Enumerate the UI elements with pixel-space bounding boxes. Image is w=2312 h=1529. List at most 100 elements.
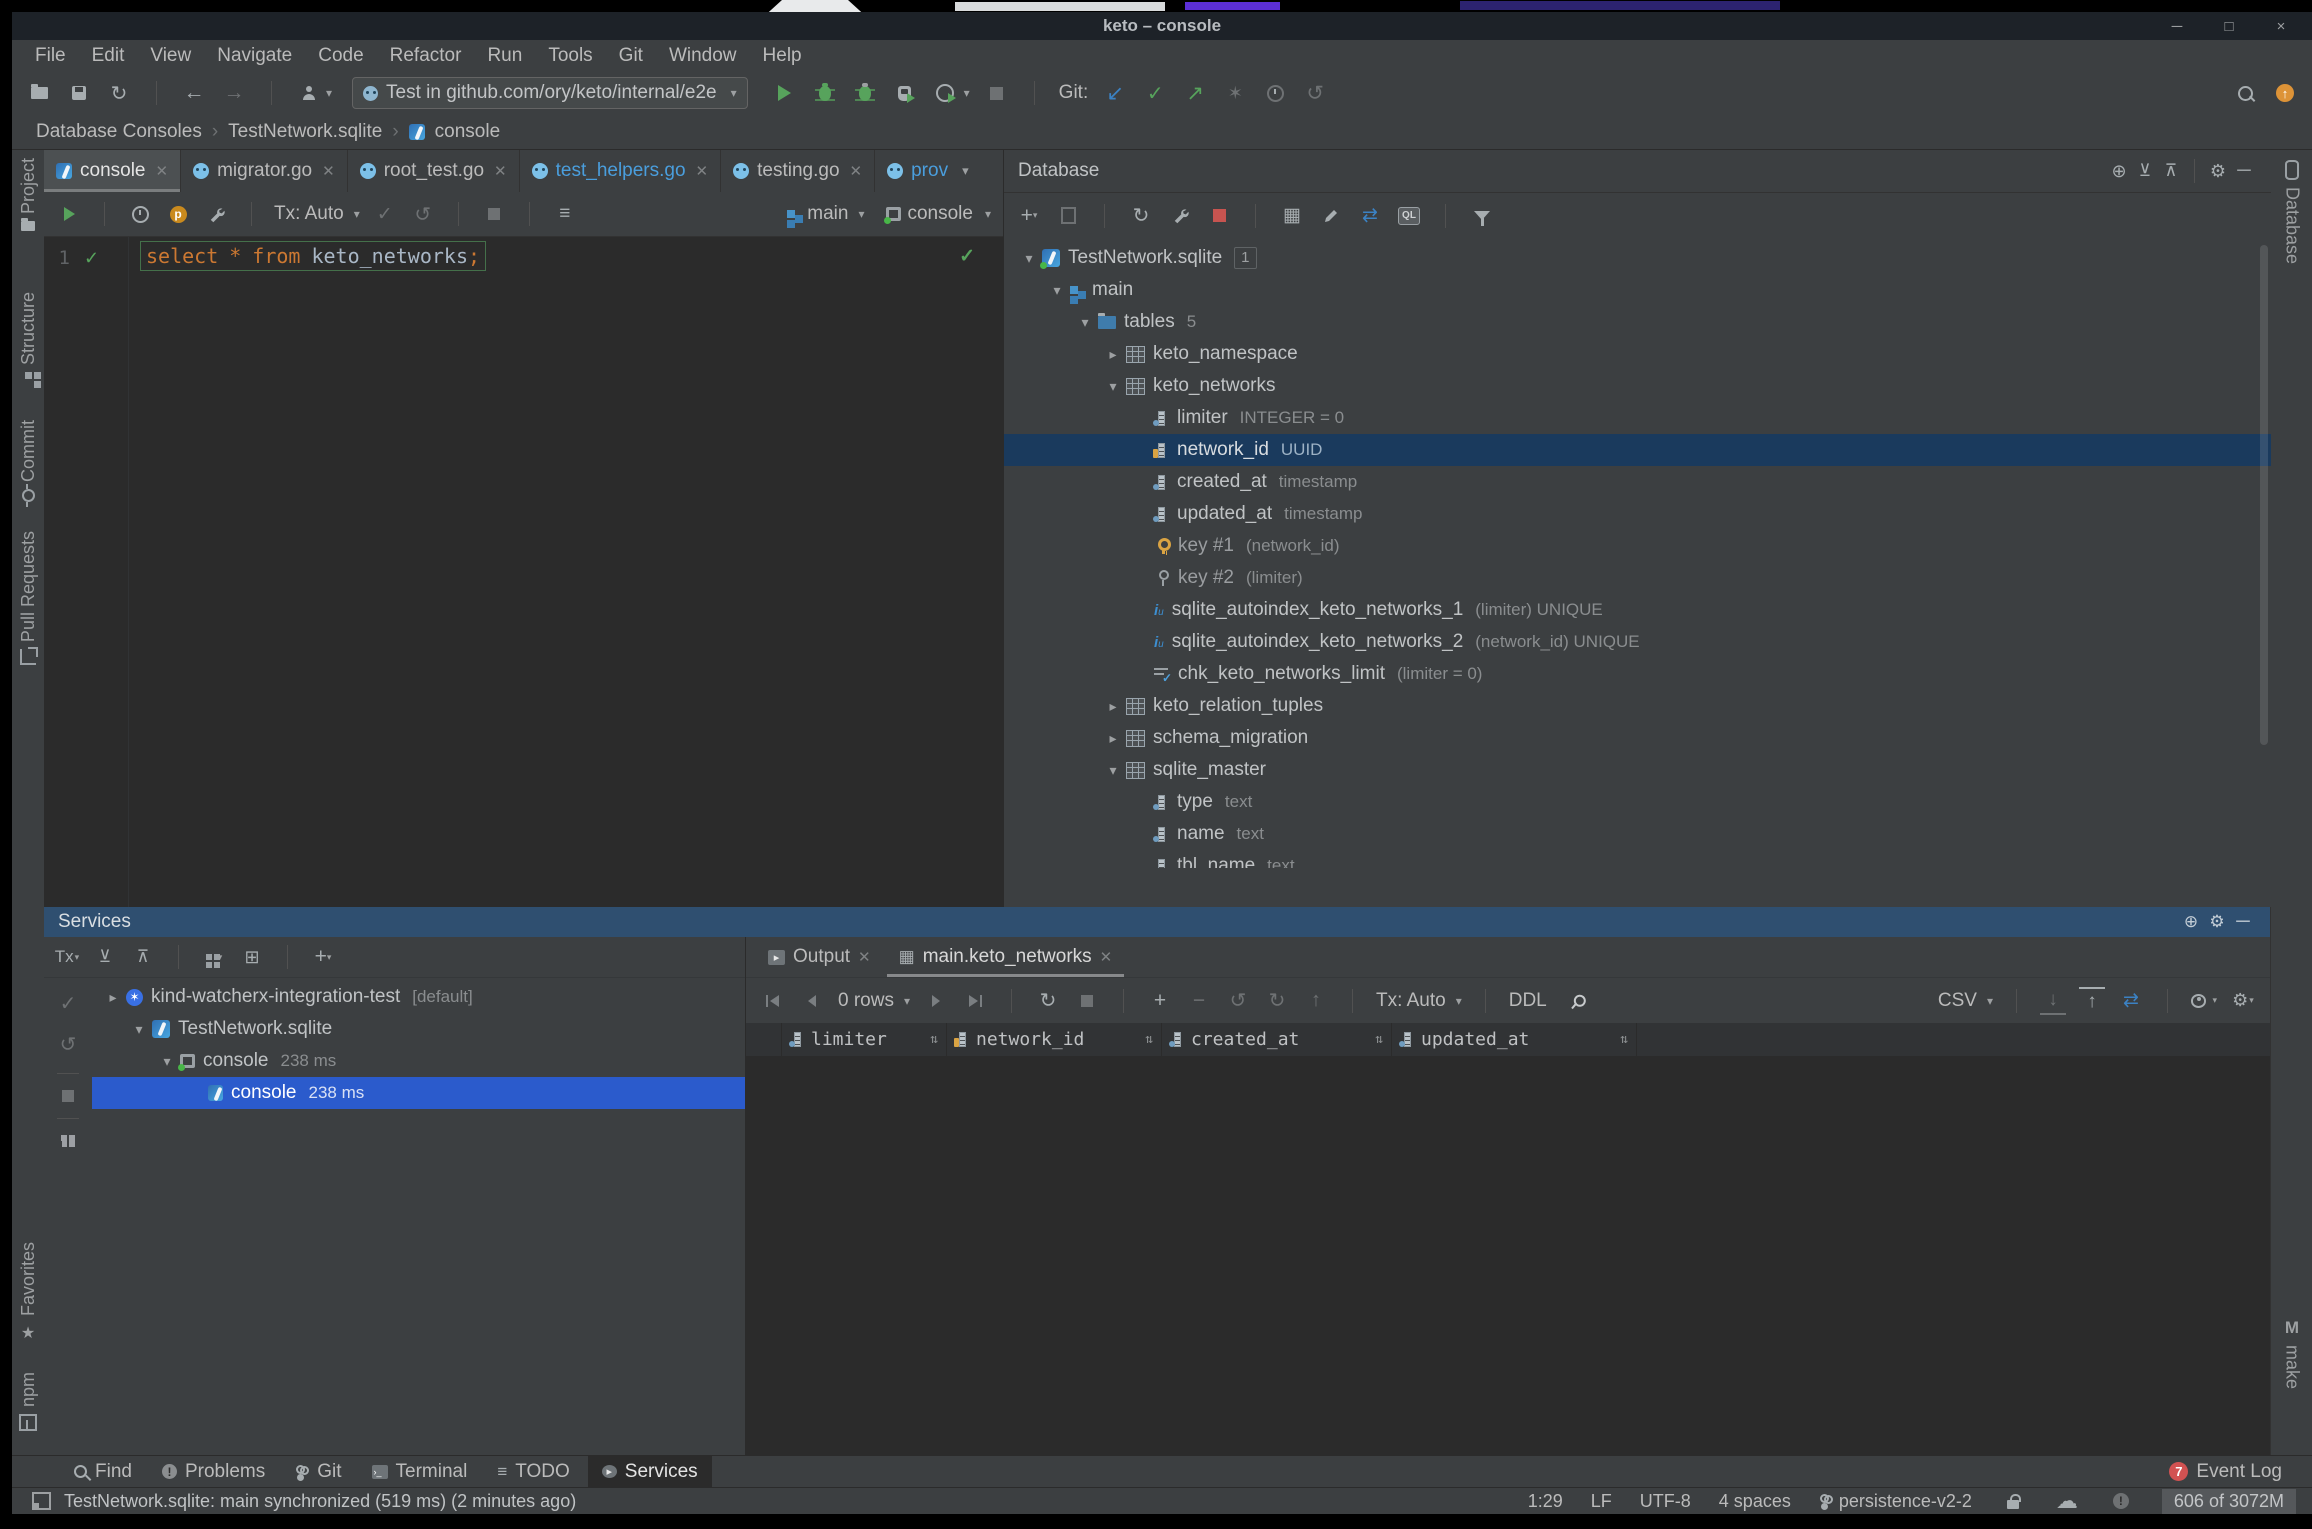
tab-console[interactable]: console ✕: [44, 150, 182, 192]
tree-row-key[interactable]: key #1 (network_id): [1004, 530, 2271, 562]
readonly-lock-icon[interactable]: [2000, 1488, 2026, 1514]
forward-icon[interactable]: →: [221, 80, 247, 106]
gear-icon[interactable]: ⚙: [2205, 158, 2231, 184]
tree-row-table[interactable]: ▸ schema_migration: [1004, 722, 2271, 754]
service-row-session[interactable]: ▾ console 238 ms: [92, 1045, 745, 1077]
user-icon[interactable]: [296, 80, 322, 106]
breadcrumb-item-datasource[interactable]: TestNetwork.sqlite: [228, 121, 382, 143]
duplicate-icon[interactable]: [1055, 203, 1081, 229]
filter-icon[interactable]: [1469, 203, 1495, 229]
menu-file[interactable]: File: [22, 45, 79, 67]
close-icon[interactable]: ✕: [850, 162, 863, 180]
history-icon[interactable]: [127, 201, 153, 227]
caret-position[interactable]: 1:29: [1528, 1491, 1563, 1512]
schema-select[interactable]: main ▾: [787, 203, 864, 225]
editor-area[interactable]: 1 ✓ select * from keto_networks; ✓: [44, 237, 1003, 907]
redo-icon[interactable]: ↻: [1264, 988, 1290, 1014]
stop-icon[interactable]: [984, 80, 1010, 106]
jump-to-data-icon[interactable]: ▦: [1279, 203, 1305, 229]
last-page-icon[interactable]: [962, 988, 988, 1014]
expander-open-icon[interactable]: ▾: [126, 1021, 152, 1038]
pin-icon[interactable]: [1564, 988, 1590, 1014]
locate-icon[interactable]: ⊕: [2106, 158, 2132, 184]
add-service-icon[interactable]: + ▾: [310, 944, 336, 970]
sidebar-item-pull-requests[interactable]: Pull Requests: [12, 531, 44, 666]
indent-style[interactable]: 4 spaces: [1719, 1491, 1791, 1512]
reload-icon[interactable]: ↻: [1035, 988, 1061, 1014]
database-scrollbar[interactable]: [2260, 245, 2268, 745]
tree-row-check-constraint[interactable]: chk_keto_networks_limit (limiter = 0): [1004, 658, 2271, 690]
tx-mode-select[interactable]: Tx: Auto ▾: [274, 203, 360, 225]
expander-closed-icon[interactable]: ▸: [100, 989, 126, 1006]
submit-icon[interactable]: ↑: [1303, 988, 1329, 1014]
hide-panel-icon[interactable]: ─: [2231, 158, 2257, 184]
execute-icon[interactable]: [56, 201, 82, 227]
coverage-icon[interactable]: [852, 80, 878, 106]
tree-row-column[interactable]: tbl_name text: [1004, 850, 2271, 868]
tree-row-column[interactable]: name text: [1004, 818, 2271, 850]
disconnect-icon[interactable]: [1206, 203, 1232, 229]
file-encoding[interactable]: UTF-8: [1640, 1491, 1691, 1512]
tree-row-column[interactable]: created_at timestamp: [1004, 466, 2271, 498]
toolwindow-git[interactable]: Git: [283, 1456, 353, 1487]
menu-edit[interactable]: Edit: [79, 45, 138, 67]
tree-row-column[interactable]: limiter INTEGER = 0: [1004, 402, 2271, 434]
tx-mode-icon[interactable]: Tx ▾: [54, 944, 80, 970]
stop-icon[interactable]: [1074, 988, 1100, 1014]
sort-icon[interactable]: ⇅: [930, 1032, 938, 1047]
notifications-icon[interactable]: !: [2108, 1488, 2134, 1514]
stop-icon[interactable]: [62, 1090, 74, 1102]
sidebar-item-favorites[interactable]: Favorites ★: [12, 1242, 44, 1343]
output-options-icon[interactable]: ≡: [552, 201, 578, 227]
tree-row-schema[interactable]: ▾ main: [1004, 274, 2271, 306]
chevron-down-icon[interactable]: ▾: [964, 86, 970, 100]
back-icon[interactable]: ←: [181, 80, 207, 106]
tree-row-table[interactable]: ▾ sqlite_master: [1004, 754, 2271, 786]
previous-page-icon[interactable]: [799, 988, 825, 1014]
layout-icon[interactable]: [61, 1135, 75, 1147]
tab-output[interactable]: ▸ Output ✕: [756, 937, 883, 977]
tree-row-table[interactable]: ▾ keto_networks: [1004, 370, 2271, 402]
collapse-all-icon[interactable]: ⊼: [130, 944, 156, 970]
save-icon[interactable]: [66, 80, 92, 106]
close-icon[interactable]: ✕: [858, 937, 871, 977]
row-count-select[interactable]: 0 rows ▾: [838, 990, 910, 1012]
gear-icon[interactable]: ⚙: [2204, 909, 2230, 935]
tree-row-column[interactable]: type text: [1004, 786, 2271, 818]
sidebar-item-project[interactable]: Project: [12, 158, 44, 232]
datasource-properties-icon[interactable]: [1167, 203, 1193, 229]
group-by-icon[interactable]: ▾: [201, 944, 227, 970]
tree-row-column-selected[interactable]: network_id UUID: [1004, 434, 2271, 466]
breadcrumb-item-console[interactable]: console: [435, 121, 501, 143]
sort-icon[interactable]: ⇅: [1145, 1032, 1153, 1047]
expander-open-icon[interactable]: ▾: [1044, 282, 1070, 299]
menu-code[interactable]: Code: [305, 45, 376, 67]
tree-row-datasource[interactable]: ▾ TestNetwork.sqlite 1: [1004, 242, 2271, 274]
event-log-button[interactable]: 7 Event Log: [2169, 1461, 2298, 1483]
collapse-all-icon[interactable]: ⊼: [2158, 158, 2184, 184]
menu-git[interactable]: Git: [606, 45, 656, 67]
git-rollback-icon[interactable]: ↺: [1302, 80, 1328, 106]
git-push-icon[interactable]: ↗: [1182, 80, 1208, 106]
view-options-icon[interactable]: ▾: [2191, 988, 2217, 1014]
open-console-icon[interactable]: QL: [1396, 203, 1422, 229]
tree-row-index[interactable]: iu sqlite_autoindex_keto_networks_2 (net…: [1004, 626, 2271, 658]
tab-root-test-go[interactable]: root_test.go ✕: [348, 150, 520, 192]
column-header-updated-at[interactable]: updated_at ⇅: [1392, 1023, 1637, 1056]
locate-icon[interactable]: ⊕: [2178, 909, 2204, 935]
wrench-icon[interactable]: [203, 201, 229, 227]
close-icon[interactable]: ✕: [322, 162, 335, 180]
close-icon[interactable]: ✕: [1100, 937, 1113, 977]
git-history-icon[interactable]: [1262, 80, 1288, 106]
run-icon[interactable]: [772, 80, 798, 106]
service-row-datasource[interactable]: ▾ TestNetwork.sqlite: [92, 1013, 745, 1045]
compare-icon[interactable]: ⇄: [1357, 203, 1383, 229]
column-header-created-at[interactable]: created_at ⇅: [1162, 1023, 1392, 1056]
tx-mode-select[interactable]: Tx: Auto ▾: [1376, 990, 1462, 1012]
expander-open-icon[interactable]: ▾: [1100, 378, 1126, 395]
expander-open-icon[interactable]: ▾: [1100, 762, 1126, 779]
hide-panel-icon[interactable]: ─: [2230, 909, 2256, 935]
git-cherry-pick-icon[interactable]: ✶: [1222, 80, 1248, 106]
expander-open-icon[interactable]: ▾: [1016, 250, 1042, 267]
edit-source-icon[interactable]: [1318, 203, 1344, 229]
